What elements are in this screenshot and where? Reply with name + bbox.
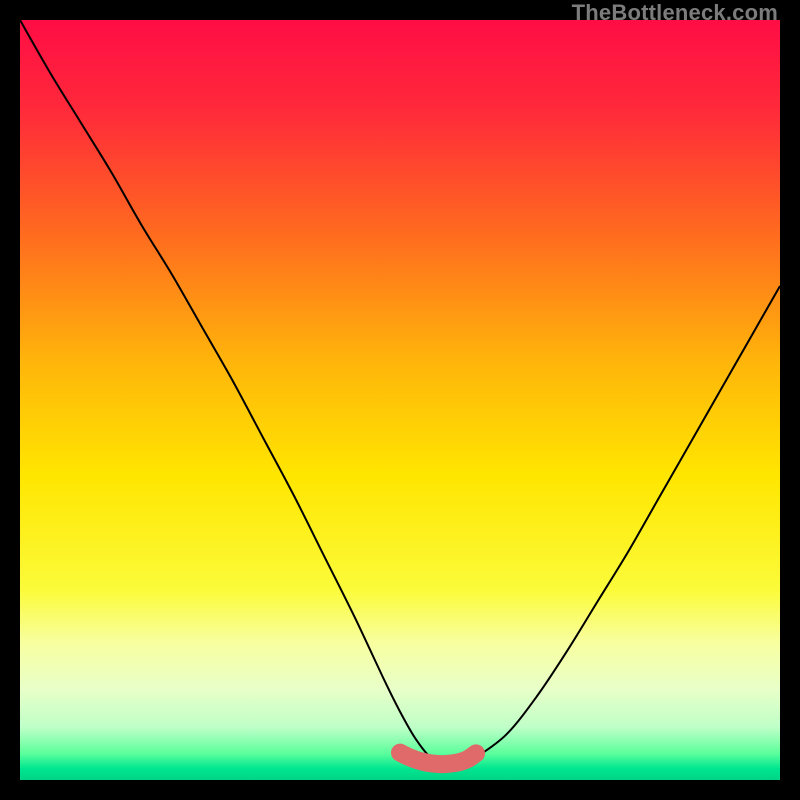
watermark-text: TheBottleneck.com bbox=[572, 0, 778, 26]
chart-svg bbox=[20, 20, 780, 780]
gradient-background bbox=[20, 20, 780, 780]
outer-black-frame: TheBottleneck.com bbox=[0, 0, 800, 800]
plot-area bbox=[20, 20, 780, 780]
